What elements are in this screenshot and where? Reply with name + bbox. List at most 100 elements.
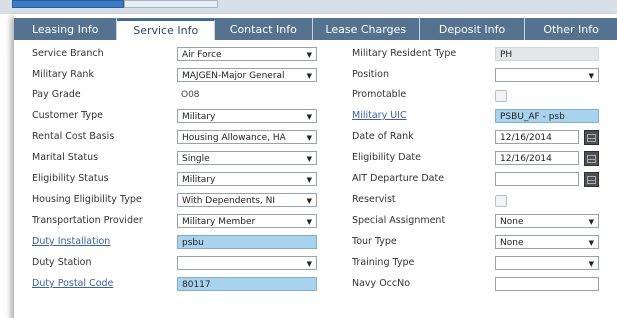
duty-installation-value: psbu <box>182 238 204 248</box>
tour-type-value: None <box>500 238 524 248</box>
chevron-down-icon: ▼ <box>588 260 594 268</box>
navy-occno-input[interactable] <box>495 277 599 291</box>
service-branch-label: Service Branch <box>32 48 104 59</box>
calendar-icon[interactable] <box>584 151 599 166</box>
outer-tab[interactable] <box>124 0 218 8</box>
military-uic-value: PSBU_AF - psb <box>500 112 565 122</box>
military-resident-type-label: Military Resident Type <box>352 48 457 59</box>
duty-installation-link[interactable]: Duty Installation <box>32 232 110 252</box>
chevron-down-icon: ▼ <box>306 134 312 142</box>
duty-postal-code-input[interactable]: 80117 <box>177 277 317 291</box>
marital-status-value: Single <box>182 154 210 164</box>
duty-installation-input[interactable]: psbu <box>177 235 317 249</box>
chevron-down-icon: ▼ <box>306 51 312 59</box>
military-uic-link[interactable]: Military UIC <box>352 106 407 126</box>
housing-eligibility-type-select[interactable]: With Dependents, NI ▼ <box>177 193 317 207</box>
rental-cost-basis-value: Housing Allowance, HA <box>182 133 286 143</box>
duty-station-label: Duty Station <box>32 257 92 268</box>
ait-departure-date-label: AIT Departure Date <box>352 173 445 184</box>
military-resident-type-field: PH <box>495 47 599 61</box>
chevron-down-icon: ▼ <box>306 218 312 226</box>
outer-tab-active[interactable] <box>12 0 124 8</box>
eligibility-status-select[interactable]: Military ▼ <box>177 172 317 186</box>
eligibility-date-label: Eligibility Date <box>352 152 421 163</box>
calendar-icon[interactable] <box>584 130 599 145</box>
rental-cost-basis-label: Rental Cost Basis <box>32 131 115 142</box>
transportation-provider-select[interactable]: Military Member ▼ <box>177 214 317 228</box>
tour-type-label: Tour Type <box>352 236 397 247</box>
duty-station-select[interactable]: ▼ <box>177 256 317 270</box>
customer-type-select[interactable]: Military ▼ <box>177 109 317 123</box>
service-branch-value: Air Force <box>182 50 222 60</box>
promotable-label: Promotable <box>352 89 407 100</box>
chevron-down-icon: ▼ <box>588 72 594 80</box>
duty-postal-code-link[interactable]: Duty Postal Code <box>32 274 113 294</box>
date-of-rank-label: Date of Rank <box>352 131 414 142</box>
eligibility-status-value: Military <box>182 175 216 185</box>
chevron-down-icon: ▼ <box>588 239 594 247</box>
eligibility-date-input[interactable]: 12/16/2014 <box>495 151 579 165</box>
transportation-provider-value: Military Member <box>182 217 256 227</box>
form-row: Marital Status Single ▼ Eligibility Date… <box>14 148 617 168</box>
position-select[interactable]: ▼ <box>495 68 599 82</box>
navy-occno-label: Navy OccNo <box>352 278 411 289</box>
tab-leasing-info[interactable]: Leasing Info <box>14 18 118 40</box>
promotable-checkbox[interactable] <box>495 90 507 102</box>
form-row: Eligibility Status Military ▼ AIT Depart… <box>14 169 617 189</box>
military-rank-label: Military Rank <box>32 69 94 80</box>
military-uic-input[interactable]: PSBU_AF - psb <box>495 109 599 123</box>
military-rank-value: MAJGEN-Major General <box>182 71 285 81</box>
special-assignment-value: None <box>500 217 524 227</box>
eligibility-status-label: Eligibility Status <box>32 173 109 184</box>
ait-departure-date-input[interactable] <box>495 172 579 186</box>
reservist-checkbox[interactable] <box>495 195 507 207</box>
tab-contact-info[interactable]: Contact Info <box>215 18 313 40</box>
date-of-rank-value: 12/16/2014 <box>500 133 552 143</box>
chevron-down-icon: ▼ <box>306 260 312 268</box>
marital-status-label: Marital Status <box>32 152 99 163</box>
eligibility-date-value: 12/16/2014 <box>500 154 552 164</box>
position-label: Position <box>352 69 389 80</box>
form-row: Customer Type Military ▼ Military UIC PS… <box>14 106 617 126</box>
form-row: Service Branch Air Force ▼ Military Resi… <box>14 44 617 64</box>
training-type-select[interactable]: ▼ <box>495 256 599 270</box>
tab-bar: Leasing Info Service Info Contact Info L… <box>14 18 617 40</box>
chevron-down-icon: ▼ <box>306 155 312 163</box>
top-bar <box>0 0 617 14</box>
chevron-down-icon: ▼ <box>306 72 312 80</box>
tour-type-select[interactable]: None ▼ <box>495 235 599 249</box>
duty-postal-code-value: 80117 <box>182 280 211 290</box>
form-row: Military Rank MAJGEN-Major General ▼ Pos… <box>14 65 617 85</box>
service-info-panel: Leasing Info Service Info Contact Info L… <box>14 14 617 318</box>
special-assignment-select[interactable]: None ▼ <box>495 214 599 228</box>
marital-status-select[interactable]: Single ▼ <box>177 151 317 165</box>
special-assignment-label: Special Assignment <box>352 215 446 226</box>
chevron-down-icon: ▼ <box>588 218 594 226</box>
form-row: Duty Station ▼ Training Type ▼ <box>14 253 617 273</box>
rental-cost-basis-select[interactable]: Housing Allowance, HA ▼ <box>177 130 317 144</box>
tab-deposit-info[interactable]: Deposit Info <box>420 18 526 40</box>
form-row: Duty Installation psbu Tour Type None ▼ <box>14 232 617 252</box>
tab-lease-charges[interactable]: Lease Charges <box>313 18 420 40</box>
chevron-down-icon: ▼ <box>306 197 312 205</box>
form-row: Housing Eligibility Type With Dependents… <box>14 190 617 210</box>
customer-type-label: Customer Type <box>32 110 103 121</box>
military-rank-select[interactable]: MAJGEN-Major General ▼ <box>177 68 317 82</box>
chevron-down-icon: ▼ <box>306 113 312 121</box>
form-row: Rental Cost Basis Housing Allowance, HA … <box>14 127 617 147</box>
pay-grade-value: O08 <box>181 90 200 100</box>
form-row: Pay Grade O08 Promotable <box>14 85 617 105</box>
service-branch-select[interactable]: Air Force ▼ <box>177 47 317 61</box>
form-row: Duty Postal Code 80117 Navy OccNo <box>14 274 617 294</box>
military-resident-type-value: PH <box>500 50 513 60</box>
chevron-down-icon: ▼ <box>306 176 312 184</box>
reservist-label: Reservist <box>352 194 396 205</box>
housing-eligibility-type-label: Housing Eligibility Type <box>32 194 142 205</box>
tab-other-info[interactable]: Other Info <box>525 18 617 40</box>
form-row: Transportation Provider Military Member … <box>14 211 617 231</box>
tab-service-info[interactable]: Service Info <box>117 19 216 40</box>
pay-grade-label: Pay Grade <box>32 89 81 100</box>
training-type-label: Training Type <box>352 257 415 268</box>
calendar-icon[interactable] <box>584 172 599 187</box>
date-of-rank-input[interactable]: 12/16/2014 <box>495 130 579 144</box>
